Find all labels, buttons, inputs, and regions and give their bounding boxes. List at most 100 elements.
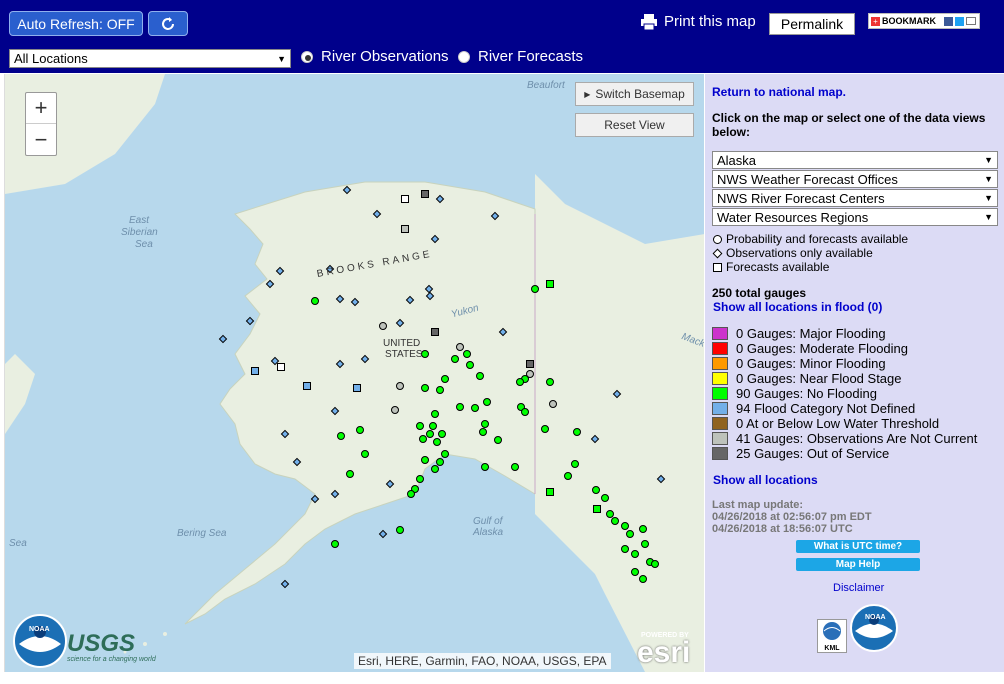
radio-river-forecasts[interactable]: River Forecasts [458, 48, 583, 65]
gauge-marker[interactable] [431, 465, 439, 473]
gauge-marker[interactable] [639, 575, 647, 583]
gauge-marker[interactable] [350, 297, 360, 307]
gauge-marker[interactable] [251, 367, 259, 375]
reset-view-button[interactable]: Reset View [575, 113, 694, 137]
gauge-marker[interactable] [441, 375, 449, 383]
gauge-marker[interactable] [438, 430, 446, 438]
gauge-marker[interactable] [372, 209, 382, 219]
gauge-marker[interactable] [481, 420, 489, 428]
show-flood-locations-link[interactable]: Show all locations in flood (0) [713, 300, 882, 314]
switch-basemap-button[interactable]: ▶ Switch Basemap [575, 82, 694, 106]
gauge-marker[interactable] [546, 280, 554, 288]
gauge-marker[interactable] [416, 475, 424, 483]
gauge-marker[interactable] [592, 486, 600, 494]
gauge-marker[interactable] [611, 517, 619, 525]
select-wfo[interactable]: NWS Weather Forecast Offices ▼ [712, 170, 998, 188]
gauge-marker[interactable] [378, 529, 388, 539]
gauge-marker[interactable] [396, 526, 404, 534]
gauge-marker[interactable] [379, 322, 387, 330]
gauge-marker[interactable] [463, 350, 471, 358]
gauge-marker[interactable] [639, 525, 647, 533]
gauge-marker[interactable] [407, 490, 415, 498]
refresh-button[interactable] [148, 11, 188, 36]
gauge-marker[interactable] [456, 403, 464, 411]
gauge-marker[interactable] [471, 404, 479, 412]
gauge-marker[interactable] [564, 472, 572, 480]
gauge-marker[interactable] [494, 436, 502, 444]
print-map-link[interactable]: Print this map [640, 13, 756, 30]
select-rfc[interactable]: NWS River Forecast Centers ▼ [712, 189, 998, 207]
gauge-marker[interactable] [335, 359, 345, 369]
gauge-marker[interactable] [330, 489, 340, 499]
gauge-marker[interactable] [498, 327, 508, 337]
gauge-marker[interactable] [481, 463, 489, 471]
gauge-marker[interactable] [426, 430, 434, 438]
gauge-marker[interactable] [424, 284, 434, 294]
gauge-marker[interactable] [651, 560, 659, 568]
utc-time-button[interactable]: What is UTC time? [796, 540, 920, 553]
gauge-marker[interactable] [516, 378, 524, 386]
gauge-marker[interactable] [245, 316, 255, 326]
map-view[interactable]: Beaufort East Siberian Sea BROOKS RANGE … [4, 74, 704, 672]
gauge-marker[interactable] [265, 279, 275, 289]
gauge-marker[interactable] [526, 360, 534, 368]
gauge-marker[interactable] [292, 457, 302, 467]
gauge-marker[interactable] [429, 422, 437, 430]
select-water-regions[interactable]: Water Resources Regions ▼ [712, 208, 998, 226]
gauge-marker[interactable] [431, 410, 439, 418]
gauge-marker[interactable] [396, 382, 404, 390]
location-select[interactable]: All Locations ▼ [9, 49, 291, 68]
gauge-marker[interactable] [490, 211, 500, 221]
gauge-marker[interactable] [436, 458, 444, 466]
gauge-marker[interactable] [631, 550, 639, 558]
noaa-sidebar-logo[interactable]: NOAA [850, 604, 898, 655]
gauge-marker[interactable] [310, 494, 320, 504]
return-national-map-link[interactable]: Return to national map. [712, 85, 846, 99]
permalink-button[interactable]: Permalink [769, 13, 855, 35]
select-alaska[interactable]: Alaska ▼ [712, 151, 998, 169]
gauge-marker[interactable] [466, 361, 474, 369]
gauge-marker[interactable] [218, 334, 228, 344]
gauge-marker[interactable] [441, 450, 449, 458]
auto-refresh-button[interactable]: Auto Refresh: OFF [9, 11, 143, 36]
zoom-out-button[interactable]: − [26, 124, 56, 155]
gauge-marker[interactable] [606, 510, 614, 518]
zoom-in-button[interactable]: + [26, 93, 56, 124]
gauge-marker[interactable] [573, 428, 581, 436]
gauge-marker[interactable] [590, 434, 600, 444]
gauge-marker[interactable] [631, 568, 639, 576]
disclaimer-link[interactable]: Disclaimer [833, 582, 884, 594]
gauge-marker[interactable] [360, 354, 370, 364]
gauge-marker[interactable] [431, 328, 439, 336]
gauge-marker[interactable] [549, 400, 557, 408]
gauge-marker[interactable] [425, 291, 435, 301]
gauge-marker[interactable] [311, 297, 319, 305]
gauge-marker[interactable] [335, 294, 345, 304]
gauge-marker[interactable] [521, 408, 529, 416]
gauge-marker[interactable] [342, 185, 352, 195]
gauge-marker[interactable] [385, 479, 395, 489]
gauge-marker[interactable] [621, 545, 629, 553]
gauge-marker[interactable] [621, 522, 629, 530]
gauge-marker[interactable] [419, 435, 427, 443]
gauge-marker[interactable] [331, 540, 339, 548]
gauge-marker[interactable] [531, 285, 539, 293]
gauge-marker[interactable] [277, 363, 285, 371]
gauge-marker[interactable] [346, 470, 354, 478]
gauge-marker[interactable] [330, 406, 340, 416]
gauge-marker[interactable] [430, 234, 440, 244]
gauge-marker[interactable] [337, 432, 345, 440]
gauge-marker[interactable] [405, 295, 415, 305]
gauge-marker[interactable] [361, 450, 369, 458]
gauge-marker[interactable] [593, 505, 601, 513]
kml-icon[interactable]: KML [817, 619, 847, 653]
gauge-marker[interactable] [421, 456, 429, 464]
show-all-locations-link[interactable]: Show all locations [713, 473, 818, 487]
gauge-marker[interactable] [435, 194, 445, 204]
gauge-marker[interactable] [483, 398, 491, 406]
gauge-marker[interactable] [303, 382, 311, 390]
gauge-marker[interactable] [656, 474, 666, 484]
gauge-marker[interactable] [395, 318, 405, 328]
gauge-marker[interactable] [421, 190, 429, 198]
gauge-marker[interactable] [546, 378, 554, 386]
